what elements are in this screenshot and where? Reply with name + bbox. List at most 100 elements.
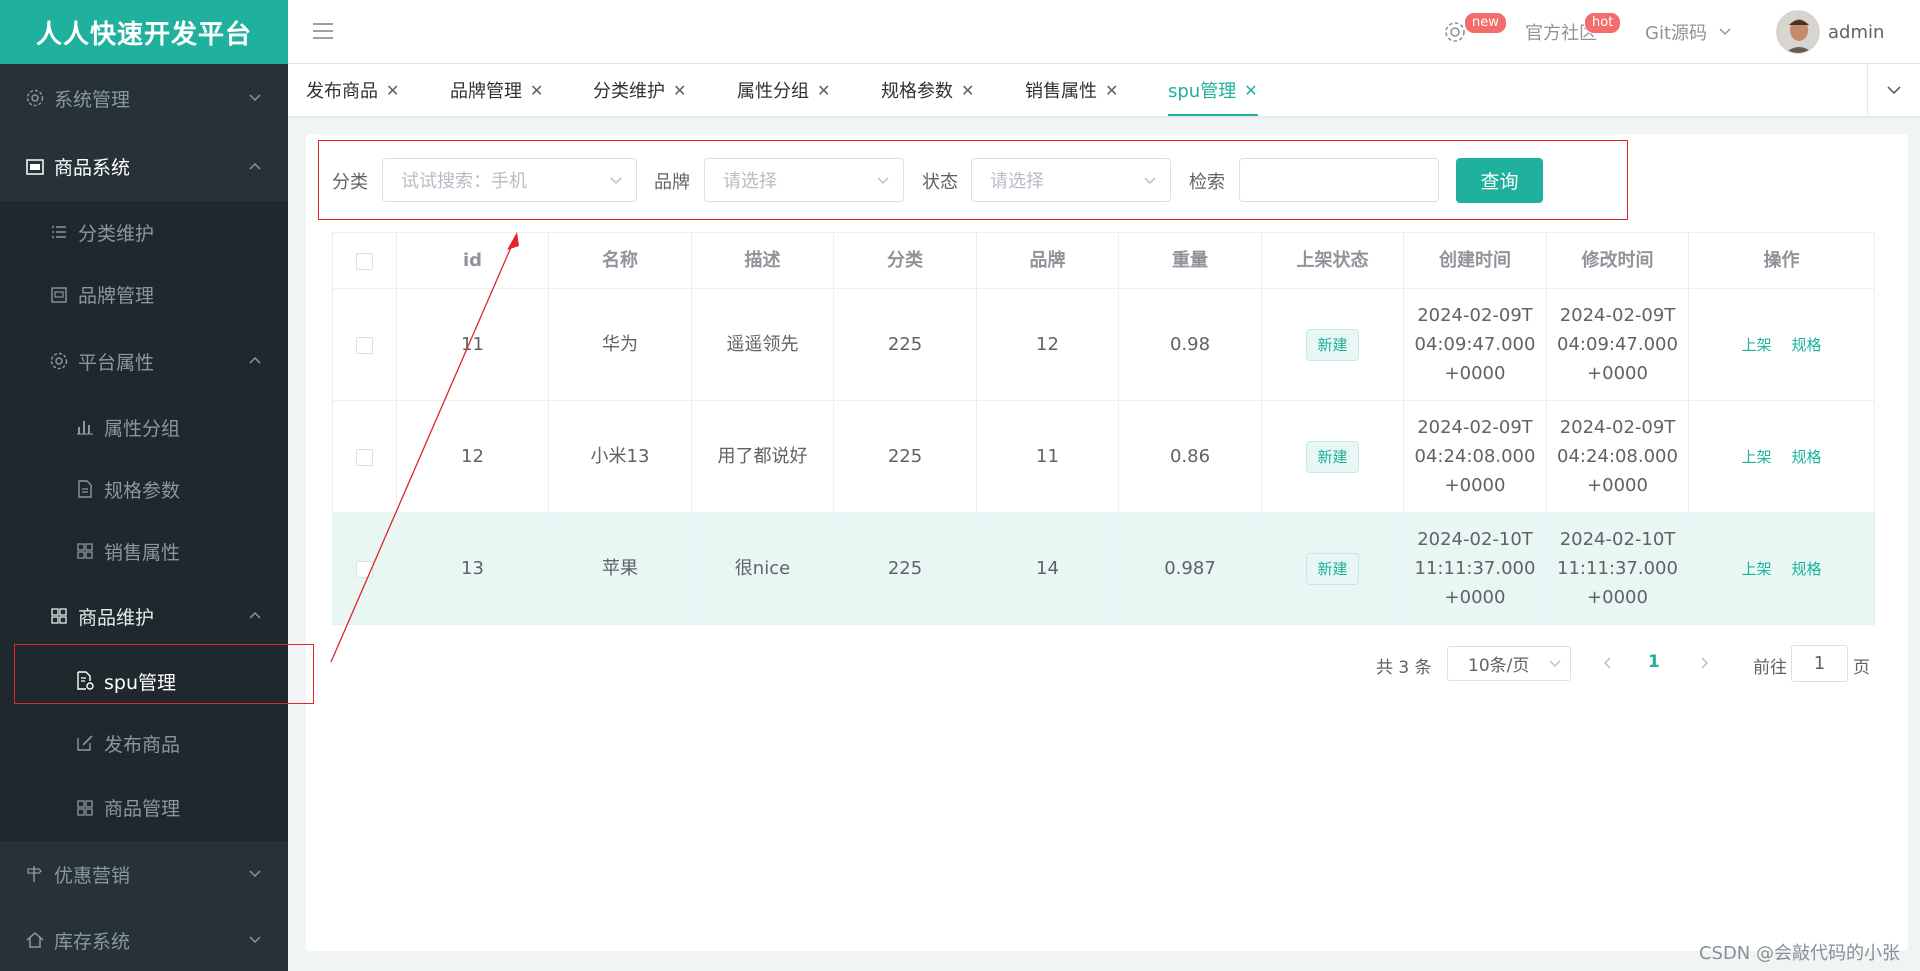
status-tag: 新建 [1306,328,1359,361]
close-icon[interactable]: ✕ [673,81,686,100]
tab-menu-button[interactable] [1867,64,1920,116]
shelf-button[interactable]: 上架 [1741,448,1771,466]
cell-id: 13 [396,512,549,625]
cell-created: 2024-02-09T04:24:08.000+0000 [1403,400,1547,513]
close-icon[interactable]: ✕ [530,81,543,100]
created-time: 2024-02-10T11:11:37.000+0000 [1414,529,1536,608]
cell-brand: 11 [976,400,1119,513]
user-menu[interactable]: admin [1776,0,1884,64]
bar-chart-icon [74,416,96,438]
header-category: 分类 [833,232,977,289]
gear-icon [48,350,70,372]
settings-button[interactable] [1443,0,1467,64]
updated-time: 2024-02-09T04:24:08.000+0000 [1557,417,1678,496]
menu-toggle-icon[interactable] [312,20,334,42]
goto-page-input[interactable]: 1 [1791,645,1848,682]
cell-desc: 遥遥领先 [691,288,834,401]
row-select-cell[interactable] [332,512,397,625]
select-all-checkbox[interactable] [356,252,373,270]
sidebar-item-category[interactable]: 分类维护 [0,201,288,263]
sidebar-item-promo[interactable]: 优惠营销 [0,841,288,907]
git-source-dropdown[interactable]: Git源码 [1645,0,1733,64]
tab-publish[interactable]: 发布商品 ✕ [306,64,399,116]
row-select-cell[interactable] [332,400,397,513]
sidebar-item-attr-group[interactable]: 属性分组 [0,396,288,458]
sidebar-item-label: 分类维护 [78,222,155,245]
gear-icon [24,87,46,109]
cell-weight: 0.86 [1118,400,1262,513]
table-row: 11 华为 遥遥领先 225 12 0.98 新建 2024-02-09T04:… [332,288,1875,401]
tab-spu[interactable]: spu管理 ✕ [1168,64,1258,116]
header-status: 上架状态 [1261,232,1404,289]
close-icon[interactable]: ✕ [1105,81,1118,100]
header-desc: 描述 [691,232,834,289]
chevron-down-icon [249,870,261,878]
sidebar-item-label: 商品管理 [104,798,181,820]
sidebar-item-sale-attr[interactable]: 销售属性 [0,520,288,582]
community-link[interactable]: 官方社区 [1525,0,1597,64]
close-icon[interactable]: ✕ [386,81,399,100]
tab-category[interactable]: 分类维护 ✕ [593,64,686,116]
grid-icon [48,605,70,627]
spec-button[interactable]: 规格 [1792,336,1822,354]
table-row: 13 苹果 很nice 225 14 0.987 新建 2024-02-10T1… [332,512,1875,625]
image-icon [24,156,46,178]
tab-attr-group[interactable]: 属性分组 ✕ [737,64,830,116]
sidebar-item-stock[interactable]: 库存系统 [0,907,288,971]
cell-category: 225 [833,512,977,625]
tab-spec-param[interactable]: 规格参数 ✕ [881,64,974,116]
sidebar: 系统管理 商品系统 分类维护 品牌管理 平台属性 属性分组 规格参数 销售属性 … [0,64,288,971]
sidebar-item-system[interactable]: 系统管理 [0,64,288,132]
cell-created: 2024-02-09T04:09:47.000+0000 [1403,288,1547,401]
current-page[interactable]: 1 [1648,652,1660,672]
chevron-down-icon [249,936,261,944]
cell-updated: 2024-02-09T04:09:47.000+0000 [1546,288,1689,401]
row-select-cell[interactable] [332,288,397,401]
sidebar-item-label: 规格参数 [104,479,181,502]
close-icon[interactable]: ✕ [1244,81,1257,100]
tab-brand[interactable]: 品牌管理 ✕ [450,64,543,116]
signpost-icon [24,863,46,885]
spec-button[interactable]: 规格 [1792,448,1822,466]
grid-icon [74,797,96,819]
sidebar-item-platform-attr[interactable]: 平台属性 [0,326,288,396]
shelf-button[interactable]: 上架 [1741,336,1771,354]
cell-desc: 用了都说好 [691,400,834,513]
cell-status: 新建 [1261,288,1404,401]
row-checkbox[interactable] [356,448,373,466]
row-checkbox[interactable] [356,336,373,354]
cell-weight: 0.987 [1118,512,1262,625]
sidebar-item-goods-system[interactable]: 商品系统 [0,132,288,201]
select-all-cell[interactable] [332,232,397,289]
header-created: 创建时间 [1403,232,1547,289]
next-page-icon[interactable] [1696,655,1712,671]
annotation-search-highlight [318,140,1628,220]
tab-sale-attr[interactable]: 销售属性 ✕ [1025,64,1118,116]
spec-button[interactable]: 规格 [1792,560,1822,578]
tab-label: 属性分组 [737,81,809,102]
page-size-select[interactable]: 10条/页 [1447,646,1571,681]
close-icon[interactable]: ✕ [817,81,830,100]
sidebar-item-spec-param[interactable]: 规格参数 [0,458,288,520]
tab-label: spu管理 [1168,81,1237,102]
shelf-button[interactable]: 上架 [1741,560,1771,578]
prev-page-icon[interactable] [1600,655,1616,671]
close-icon[interactable]: ✕ [961,81,974,100]
row-checkbox[interactable] [356,560,373,578]
sidebar-item-label: 平台属性 [78,351,155,374]
header-id[interactable]: id [396,232,549,289]
sidebar-item-brand[interactable]: 品牌管理 [0,263,288,326]
cell-actions: 上架 规格 [1688,288,1875,401]
sidebar-item-goods-maint[interactable]: 商品维护 [0,582,288,650]
sidebar-item-goods-manage[interactable]: 商品管理 [0,774,288,841]
sidebar-item-publish[interactable]: 发布商品 [0,712,288,774]
page-size-value: 10条/页 [1468,656,1530,676]
cell-status: 新建 [1261,512,1404,625]
chevron-down-icon [1549,660,1561,667]
cell-desc: 很nice [691,512,834,625]
cell-actions: 上架 规格 [1688,400,1875,513]
table-row: 12 小米13 用了都说好 225 11 0.86 新建 2024-02-09T… [332,400,1875,513]
sidebar-item-label: 发布商品 [104,733,181,756]
chevron-down-icon [249,94,261,102]
top-navbar: new 官方社区 hot Git源码 admin [288,0,1920,64]
